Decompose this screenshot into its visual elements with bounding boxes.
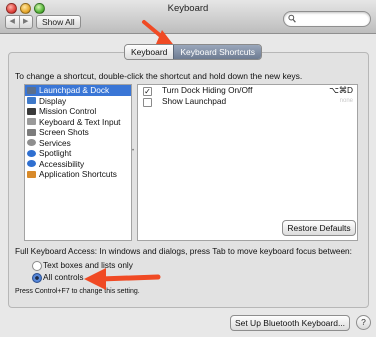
category-item-mission-control[interactable]: Mission Control [25,106,131,117]
forward-button[interactable]: ▶ [18,16,33,28]
full-keyboard-access-label: Full Keyboard Access: In windows and dia… [15,246,352,256]
tab-keyboard[interactable]: Keyboard [125,45,174,59]
keyboard-icon [27,118,36,125]
help-button[interactable]: ? [356,315,371,330]
category-label: Mission Control [39,106,97,116]
shortcut-label: Turn Dock Hiding On/Off [162,85,253,95]
screenshot-icon [27,128,36,136]
shortcut-row[interactable]: ✓ Turn Dock Hiding On/Off ⌥⌘D [138,85,357,96]
accessibility-icon [27,160,36,167]
search-input[interactable] [298,12,364,26]
radio-button-off[interactable] [32,261,42,271]
nav-buttons: ◀ ▶ [5,15,33,29]
category-label: Display [39,95,67,106]
shortcut-label: Show Launchpad [162,96,227,106]
category-item-application-shortcuts[interactable]: Application Shortcuts [25,169,131,180]
split-handle-icon[interactable]: • [132,148,134,154]
shortcut-checkbox[interactable] [143,97,152,107]
category-item-spotlight[interactable]: Spotlight [25,148,131,159]
search-field[interactable] [283,11,371,27]
category-label: Spotlight [39,148,72,158]
shortcut-key[interactable]: none [340,96,353,107]
shortcut-checkbox[interactable]: ✓ [143,86,152,96]
shortcut-row[interactable]: Show Launchpad none [138,96,357,107]
category-label: Accessibility [39,158,85,169]
hint-text: Press Control+F7 to change this setting. [15,288,140,295]
category-list[interactable]: Launchpad & Dock Display Mission Control… [24,84,132,241]
category-label: Keyboard & Text Input [39,116,121,127]
shortcut-list[interactable]: ✓ Turn Dock Hiding On/Off ⌥⌘D Show Launc… [137,84,358,241]
restore-defaults-button[interactable]: Restore Defaults [282,220,356,236]
tab-bar: Keyboard Keyboard Shortcuts [124,44,263,60]
app-shortcuts-icon [27,170,36,178]
back-button[interactable]: ◀ [6,16,19,28]
category-label: Launchpad & Dock [39,85,110,95]
radio-label: All controls [43,272,84,282]
radio-button-on[interactable] [32,273,42,283]
search-icon [288,14,296,23]
launchpad-icon [27,86,36,94]
show-all-button[interactable]: Show All [36,15,81,29]
services-icon [27,139,36,146]
category-item-screen-shots[interactable]: Screen Shots [25,127,131,138]
category-label: Screen Shots [39,127,89,137]
spotlight-icon [27,149,36,157]
tab-keyboard-shortcuts[interactable]: Keyboard Shortcuts [173,45,262,59]
category-item-keyboard-text-input[interactable]: Keyboard & Text Input [25,117,131,128]
category-item-display[interactable]: Display [25,96,131,107]
title-bar: Keyboard ◀ ▶ Show All [0,0,376,34]
category-item-launchpad-dock[interactable]: Launchpad & Dock [25,85,131,96]
setup-bluetooth-keyboard-button[interactable]: Set Up Bluetooth Keyboard... [230,315,350,331]
mission-control-icon [27,107,36,115]
category-label: Services [39,137,71,148]
category-item-services[interactable]: Services [25,138,131,149]
display-icon [27,97,36,104]
category-item-accessibility[interactable]: Accessibility [25,159,131,170]
instruction-text: To change a shortcut, double-click the s… [15,71,303,81]
radio-label: Text boxes and lists only [43,260,133,270]
shortcut-key[interactable]: ⌥⌘D [329,85,353,96]
category-label: Application Shortcuts [39,169,117,179]
